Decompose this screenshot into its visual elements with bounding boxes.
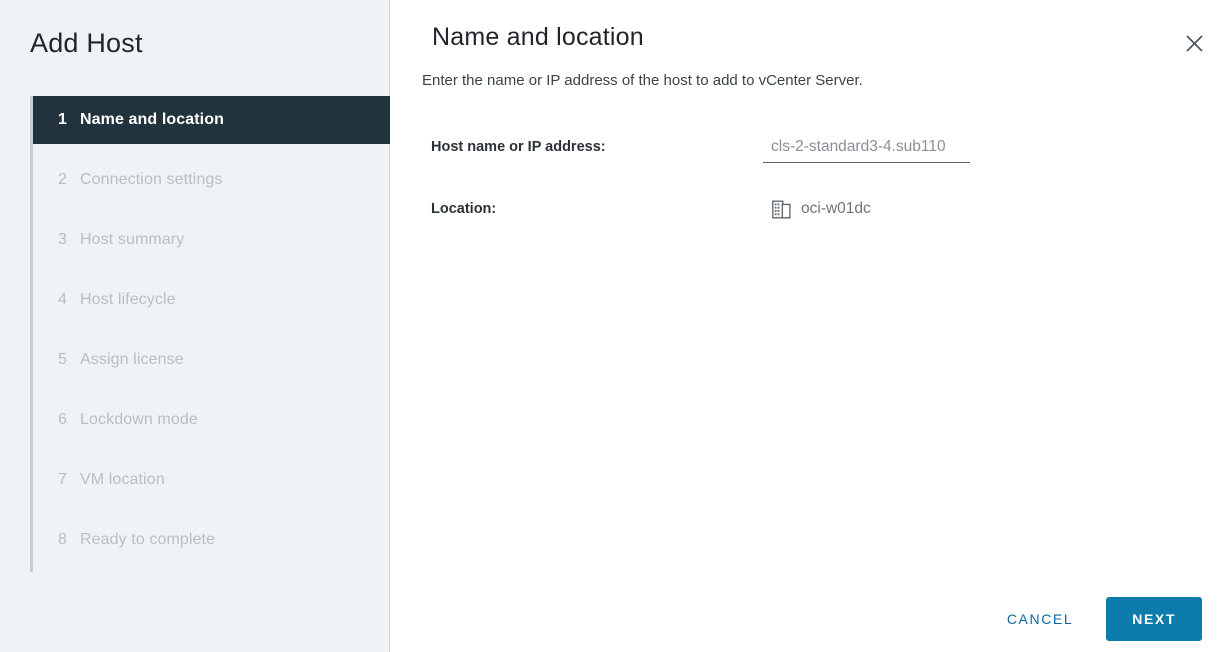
cancel-button[interactable]: CANCEL	[988, 599, 1092, 639]
step-number: 6	[58, 411, 67, 428]
step-label: Assign license	[80, 351, 184, 368]
sidebar-step-name-and-location[interactable]: 1 Name and location	[33, 96, 390, 144]
step-label: Connection settings	[80, 171, 223, 188]
sidebar-step-lockdown-mode[interactable]: 6 Lockdown mode	[33, 396, 390, 444]
host-name-row: Host name or IP address:	[390, 131, 1231, 193]
step-label: Lockdown mode	[80, 411, 198, 428]
step-number: 5	[58, 351, 67, 368]
wizard-title: Add Host	[30, 28, 143, 58]
step-label: Host summary	[80, 231, 185, 248]
host-name-label: Host name or IP address:	[431, 139, 606, 155]
wizard-sidebar: Add Host 1 Name and location 2 Connectio…	[0, 0, 390, 652]
add-host-wizard: Add Host 1 Name and location 2 Connectio…	[0, 0, 1231, 652]
step-label: Host lifecycle	[80, 291, 176, 308]
host-form: Host name or IP address: Location:	[390, 131, 1231, 255]
host-name-input[interactable]	[763, 135, 970, 163]
page-title: Name and location	[432, 23, 644, 51]
wizard-footer: CANCEL NEXT	[988, 597, 1202, 641]
close-icon[interactable]	[1179, 28, 1209, 58]
location-text: oci-w01dc	[801, 200, 871, 217]
step-number: 4	[58, 291, 67, 308]
sidebar-step-ready-to-complete[interactable]: 8 Ready to complete	[33, 516, 390, 564]
sidebar-step-vm-location[interactable]: 7 VM location	[33, 456, 390, 504]
location-label: Location:	[431, 201, 497, 217]
wizard-content: Name and location Enter the name or IP a…	[390, 0, 1231, 652]
step-number: 8	[58, 531, 67, 548]
step-label: Ready to complete	[80, 531, 216, 548]
step-label: VM location	[80, 471, 165, 488]
sidebar-step-host-lifecycle[interactable]: 4 Host lifecycle	[33, 276, 390, 324]
step-number: 3	[58, 231, 67, 248]
sidebar-step-connection-settings[interactable]: 2 Connection settings	[33, 156, 390, 204]
wizard-steps-list: 1 Name and location 2 Connection setting…	[33, 96, 390, 576]
page-subtitle: Enter the name or IP address of the host…	[422, 72, 863, 89]
host-name-field-holder	[763, 135, 970, 163]
sidebar-step-assign-license[interactable]: 5 Assign license	[33, 336, 390, 384]
step-number: 7	[58, 471, 67, 488]
next-button[interactable]: NEXT	[1106, 597, 1202, 641]
datacenter-icon	[772, 200, 791, 219]
step-label: Name and location	[80, 111, 224, 128]
sidebar-step-host-summary[interactable]: 3 Host summary	[33, 216, 390, 264]
step-number: 2	[58, 171, 67, 188]
location-value: oci-w01dc	[772, 199, 871, 219]
step-number: 1	[58, 111, 67, 128]
